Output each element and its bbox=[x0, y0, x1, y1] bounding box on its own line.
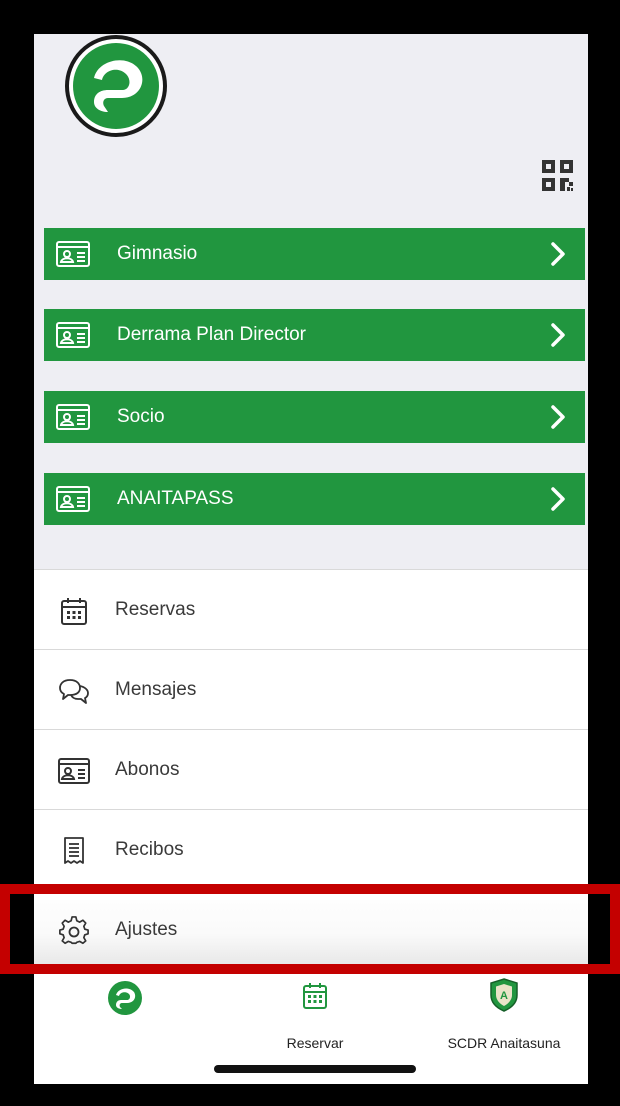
membership-row-derrama-plan-director[interactable]: Derrama Plan Director bbox=[44, 309, 585, 361]
id-card-icon bbox=[56, 322, 90, 348]
membership-row-anaitapass[interactable]: ANAITAPASS bbox=[44, 473, 585, 525]
menu-item-label: Reservas bbox=[115, 599, 196, 620]
chevron-right-icon bbox=[551, 323, 565, 347]
chevron-right-icon bbox=[551, 405, 565, 429]
id-card-icon bbox=[56, 404, 90, 430]
chat-bubbles-icon bbox=[59, 679, 89, 704]
membership-label: ANAITAPASS bbox=[117, 488, 234, 509]
membership-label: Gimnasio bbox=[117, 243, 198, 264]
calendar-icon bbox=[303, 983, 327, 1009]
tab-reservar[interactable]: Reservar bbox=[265, 969, 365, 1069]
qr-code-button[interactable] bbox=[540, 158, 576, 194]
menu-item-label: Mensajes bbox=[115, 679, 197, 700]
menu-item-reservas[interactable]: Reservas bbox=[34, 569, 588, 649]
club-shield-icon: A bbox=[490, 978, 518, 1012]
id-card-icon bbox=[56, 241, 90, 267]
membership-row-gimnasio[interactable]: Gimnasio bbox=[44, 228, 585, 280]
menu-item-recibos[interactable]: Recibos bbox=[34, 809, 588, 889]
menu-item-label: Abonos bbox=[115, 759, 180, 780]
app-logo-icon bbox=[108, 981, 142, 1015]
receipt-icon bbox=[64, 837, 84, 864]
header: Gimnasio Derrama Plan Director Socio ANA… bbox=[34, 34, 588, 569]
calendar-icon bbox=[61, 598, 87, 625]
membership-label: Socio bbox=[117, 406, 165, 427]
highlight-annotation bbox=[0, 884, 620, 974]
id-card-icon bbox=[56, 486, 90, 512]
bottom-tab-bar: Reservar A SCDR Anaitasuna bbox=[34, 969, 588, 1084]
tab-scdr-anaitasuna[interactable]: A SCDR Anaitasuna bbox=[434, 969, 574, 1069]
tab-label: Reservar bbox=[286, 1035, 344, 1051]
menu-item-label: Recibos bbox=[115, 839, 184, 860]
chevron-right-icon bbox=[551, 242, 565, 266]
membership-row-socio[interactable]: Socio bbox=[44, 391, 585, 443]
menu-item-mensajes[interactable]: Mensajes bbox=[34, 649, 588, 729]
qr-code-icon bbox=[542, 160, 573, 191]
anaitasuna-logo-icon bbox=[65, 35, 167, 137]
chevron-right-icon bbox=[551, 487, 565, 511]
svg-text:A: A bbox=[500, 990, 508, 1002]
membership-label: Derrama Plan Director bbox=[117, 324, 306, 345]
tab-home[interactable] bbox=[74, 969, 174, 1069]
tab-label: SCDR Anaitasuna bbox=[447, 1035, 561, 1051]
menu-item-abonos[interactable]: Abonos bbox=[34, 729, 588, 809]
home-indicator bbox=[214, 1065, 416, 1073]
id-card-icon bbox=[58, 758, 90, 784]
